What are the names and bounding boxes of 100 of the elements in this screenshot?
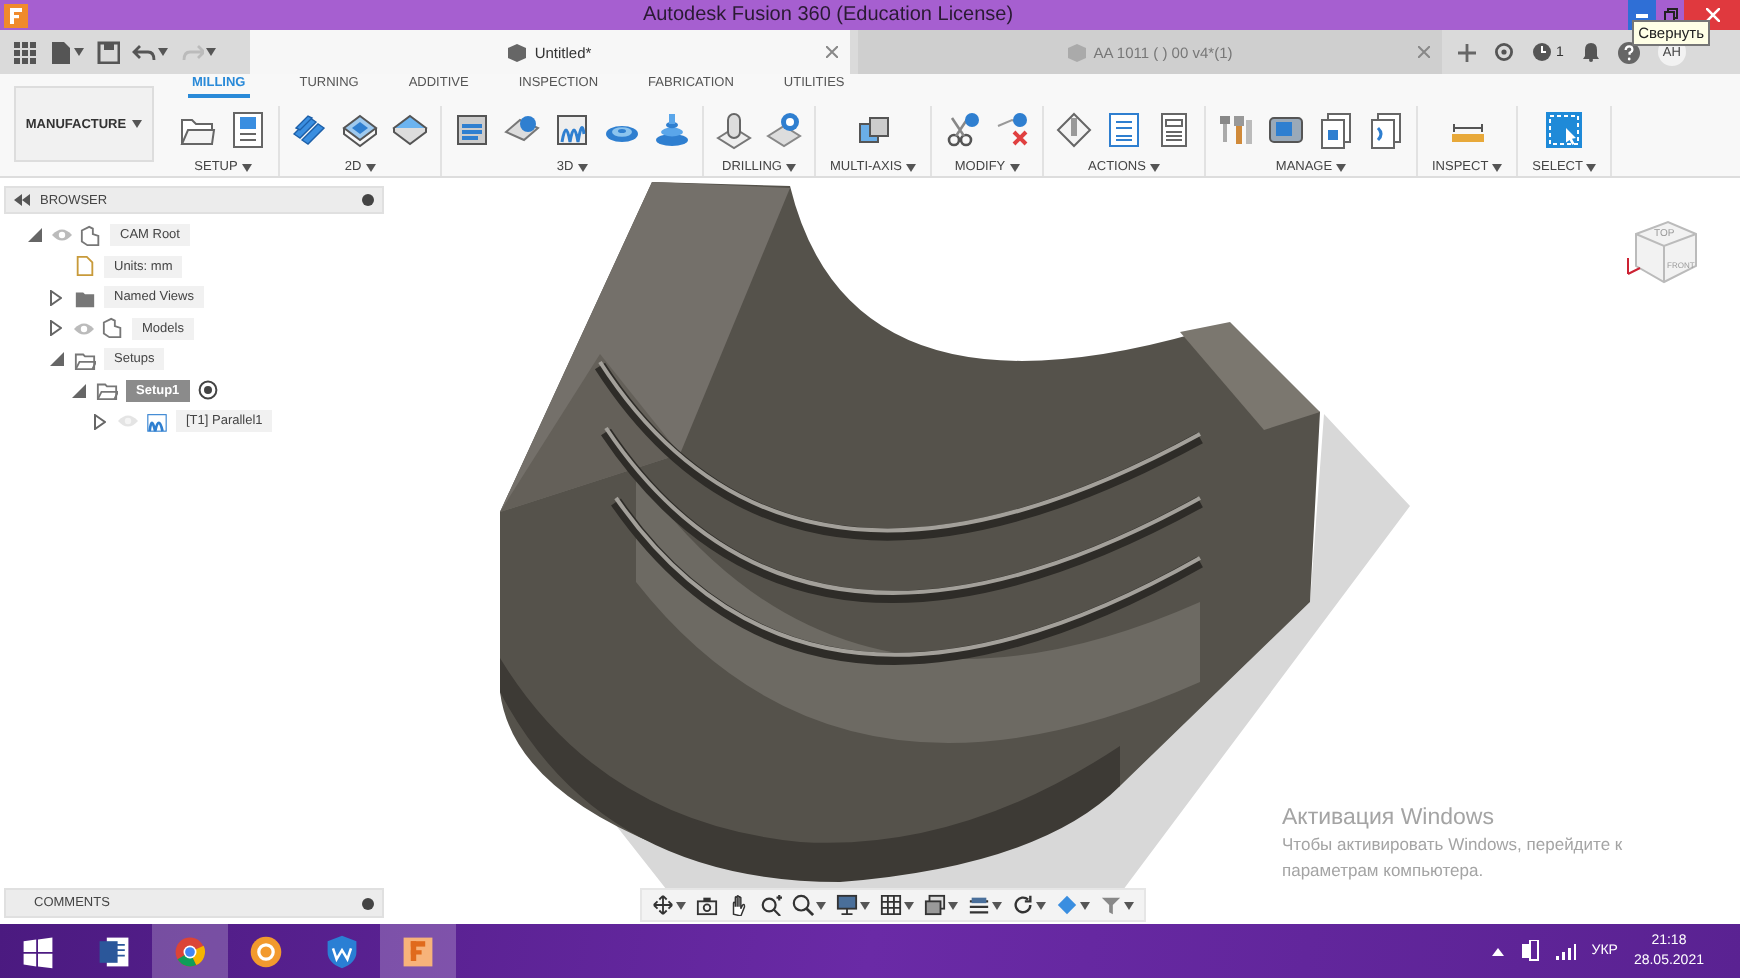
apps-grid-icon [12,40,36,64]
cube-button[interactable] [1054,894,1092,916]
plates-icon[interactable] [290,110,330,150]
caret-icon [1586,163,1597,171]
caret-icon [158,48,168,56]
camera-button[interactable] [694,894,720,916]
delete-icon[interactable] [992,110,1032,150]
cube-icon [508,43,527,61]
orbit-icon [652,894,674,916]
search-button[interactable] [790,894,828,916]
sync-icon[interactable] [1494,42,1514,62]
caret-icon [206,48,216,56]
rotate-icon [1012,894,1034,916]
collapsed-icon[interactable] [50,289,62,306]
rotate-button[interactable] [1010,894,1048,916]
expanded-icon[interactable] [50,352,64,367]
tools-icon[interactable] [1216,110,1256,150]
file-icon [48,40,72,64]
filter-button[interactable] [1098,894,1136,916]
search-icon [792,894,814,916]
square-icon[interactable] [452,110,492,150]
caret-icon [1009,163,1020,171]
help-icon[interactable] [1617,41,1640,63]
folder-icon [96,378,118,403]
zoom-icon [760,894,782,916]
apps-grid-button[interactable] [10,40,38,64]
expanded-icon[interactable] [28,228,42,243]
tile-icon[interactable] [390,110,430,150]
collapse-panel-icon[interactable] [14,194,30,206]
orbit-button[interactable] [650,894,688,916]
clock-icon[interactable] [1532,42,1552,62]
chevron-up-icon[interactable] [1491,947,1504,955]
badge-icon[interactable] [764,110,804,150]
caret-icon [1149,163,1160,171]
viewports-button[interactable] [922,894,960,916]
close-icon[interactable] [826,46,838,58]
activation-message: Чтобы активировать Windows, перейдите к параметрам компьютера. [1282,832,1625,884]
save-button[interactable] [94,40,122,64]
plus-icon[interactable] [1458,43,1476,61]
network-icon[interactable] [1519,940,1540,962]
redo-button[interactable] [178,40,218,64]
pages-icon[interactable] [1316,110,1356,150]
caret-icon [241,163,252,171]
document-app-icon [96,933,132,969]
collapsed-icon[interactable] [94,413,106,430]
monitor-button[interactable] [834,894,872,916]
caret-icon [948,901,958,909]
browser-icon [172,933,208,969]
component-icon [80,223,102,248]
pin-icon[interactable] [362,897,374,909]
activation-title: Активация Windows [1282,806,1496,830]
caret-icon [904,901,914,909]
save-icon [96,40,120,64]
close-icon [1705,8,1719,22]
diamond-icon[interactable] [1054,110,1094,150]
camera-icon [696,894,718,916]
caret-icon [132,120,143,128]
toolpath-icon [146,409,168,434]
pin-icon[interactable] [362,194,374,206]
cylinder-icon[interactable] [714,110,754,150]
caret-icon [1080,901,1090,909]
hand-icon [728,894,750,916]
document-icon[interactable] [1104,110,1144,150]
redo-icon [180,40,204,64]
select-icon[interactable] [1544,110,1585,150]
sun-icon [248,933,284,969]
component-icon [102,316,124,341]
start-icon [20,933,56,969]
document-icon[interactable] [228,110,268,150]
bell-icon[interactable] [1581,42,1600,62]
caret-icon [577,163,588,171]
grid-icon [880,894,902,916]
app-logo-icon [4,3,28,27]
layers-button[interactable] [966,894,1004,916]
collapsed-icon[interactable] [50,320,62,337]
monitor-icon [836,894,858,916]
wave-icon[interactable] [552,110,592,150]
caret-icon [785,163,796,171]
pages-icon[interactable] [1366,110,1406,150]
cube-icon [1067,43,1086,61]
grid-button[interactable] [878,894,916,916]
cone-icon[interactable] [652,110,692,150]
undo-icon [132,40,156,64]
file-button[interactable] [46,40,86,64]
layers-icon [968,894,990,916]
window-title: Autodesk Fusion 360 (Education License) [640,4,1016,26]
caret-icon [74,48,84,56]
zoom-button[interactable] [758,894,784,916]
caret-icon [1036,901,1046,909]
minimize-icon [1636,13,1648,17]
caret-icon [1336,163,1347,171]
undo-button[interactable] [130,40,170,64]
caret-icon [906,163,916,171]
caret-icon [816,901,826,909]
expanded-icon[interactable] [72,383,86,398]
diamond-icon[interactable] [340,110,380,150]
signal-icon[interactable] [1555,943,1576,959]
caret-icon [365,163,376,171]
target-icon[interactable] [197,380,218,401]
scissors-icon[interactable] [942,110,982,150]
